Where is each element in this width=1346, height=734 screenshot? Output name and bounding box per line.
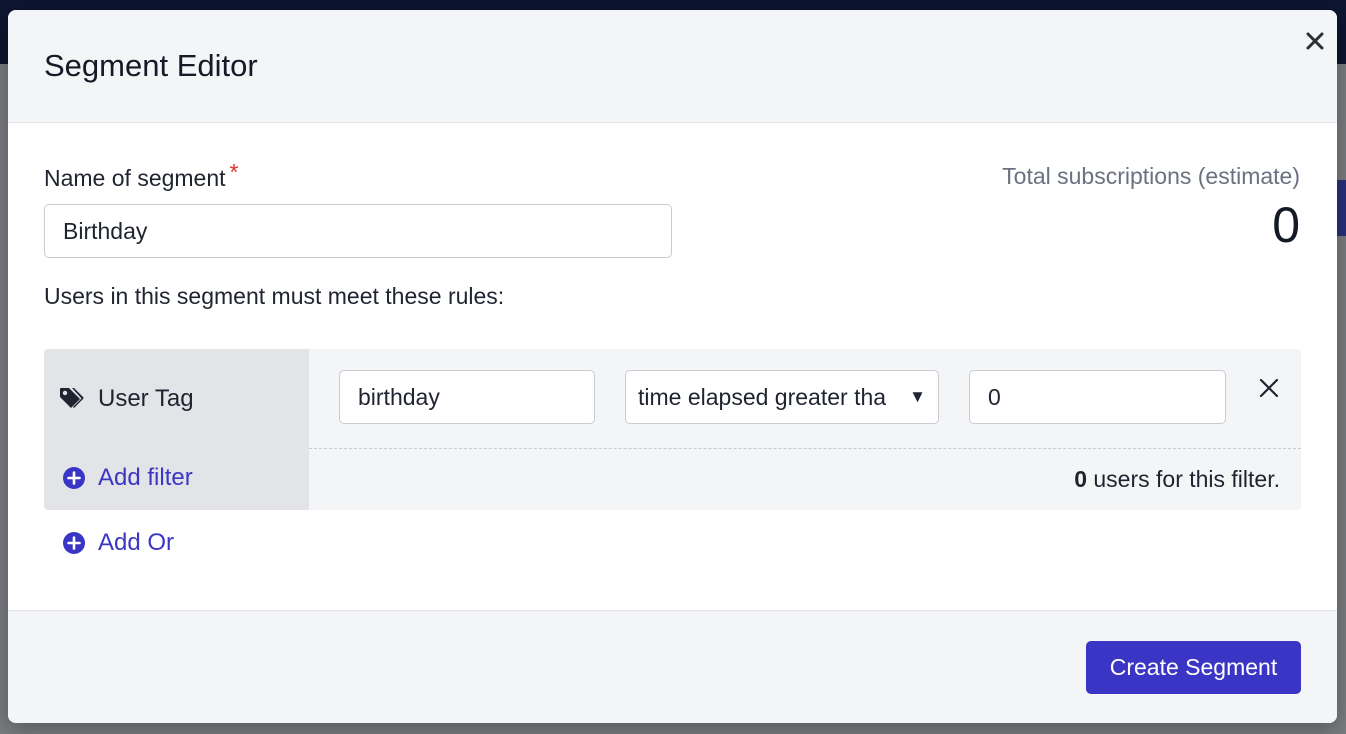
rule-type: User Tag xyxy=(58,385,194,413)
add-or-button[interactable]: Add Or xyxy=(62,529,174,557)
tag-name-input[interactable] xyxy=(339,370,595,424)
operator-select-value: time elapsed greater tha xyxy=(638,383,887,410)
segment-editor-modal: Segment Editor Name of segment* Total su… xyxy=(8,10,1337,723)
add-filter-label: Add filter xyxy=(98,464,193,491)
close-button[interactable] xyxy=(1302,28,1328,54)
segment-name-label-text: Name of segment xyxy=(44,165,226,191)
create-segment-button[interactable]: Create Segment xyxy=(1086,641,1301,694)
estimate-value: 0 xyxy=(1272,197,1300,253)
caret-down-icon: ▼ xyxy=(909,387,926,406)
filter-users-count-suffix: users for this filter. xyxy=(1086,466,1280,492)
filter-users-count: 0 users for this filter. xyxy=(1074,466,1280,493)
estimate-label: Total subscriptions (estimate) xyxy=(1002,163,1300,189)
tag-icon xyxy=(60,388,84,408)
operator-select[interactable]: time elapsed greater tha ▼ xyxy=(625,370,939,424)
close-icon xyxy=(1306,32,1324,50)
modal-footer: Create Segment xyxy=(8,610,1337,723)
segment-name-label: Name of segment * xyxy=(44,159,238,192)
rule-block: User Tag Add filter time elapsed greater… xyxy=(44,349,1301,510)
add-or-label: Add Or xyxy=(98,529,175,556)
rules-label: Users in this segment must meet these ru… xyxy=(44,283,505,309)
required-marker: * xyxy=(229,159,239,185)
remove-rule-button[interactable] xyxy=(1256,375,1282,401)
rule-left-panel: User Tag Add filter xyxy=(44,349,309,510)
add-filter-button[interactable]: Add filter xyxy=(62,464,193,492)
filter-users-count-value: 0 xyxy=(1074,466,1087,492)
rule-value-input[interactable] xyxy=(969,370,1226,424)
plus-circle-icon xyxy=(63,532,85,554)
segment-name-input[interactable] xyxy=(44,204,672,258)
rule-divider xyxy=(309,448,1301,449)
close-icon xyxy=(1259,378,1279,398)
plus-circle-icon xyxy=(63,467,85,489)
rule-type-label: User Tag xyxy=(98,385,194,412)
modal-title: Segment Editor xyxy=(44,48,258,83)
modal-header: Segment Editor xyxy=(8,10,1337,123)
